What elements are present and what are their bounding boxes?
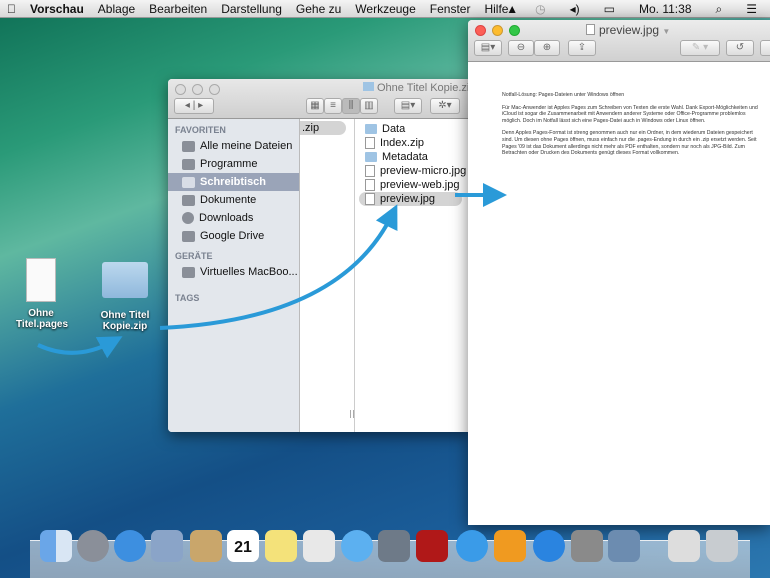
launchpad-dock-icon[interactable]: [77, 530, 109, 562]
facetime-dock-icon[interactable]: [378, 530, 410, 562]
preview-dock-icon[interactable]: [608, 530, 640, 562]
photo-booth-dock-icon[interactable]: [416, 530, 448, 562]
ibooks-dock-icon[interactable]: [494, 530, 526, 562]
annotation-arrows: [37, 183, 507, 359]
system-preferences-dock-icon[interactable]: [571, 530, 603, 562]
finder-dock-icon[interactable]: [40, 530, 72, 562]
documents-stack-dock-icon[interactable]: [668, 530, 700, 562]
mail-dock-icon[interactable]: [151, 530, 183, 562]
arrow-zip-to-preview: [159, 204, 398, 330]
messages-dock-icon[interactable]: [341, 530, 373, 562]
safari-dock-icon[interactable]: [114, 530, 146, 562]
notes-dock-icon[interactable]: [265, 530, 297, 562]
contacts-dock-icon[interactable]: [190, 530, 222, 562]
trash-dock-icon[interactable]: [706, 530, 738, 562]
reminders-dock-icon[interactable]: [303, 530, 335, 562]
arrow-pages-to-zip: [37, 336, 123, 359]
app-store-dock-icon[interactable]: [533, 530, 565, 562]
calendar-dock-icon[interactable]: 21: [227, 530, 259, 562]
itunes-dock-icon[interactable]: [456, 530, 488, 562]
